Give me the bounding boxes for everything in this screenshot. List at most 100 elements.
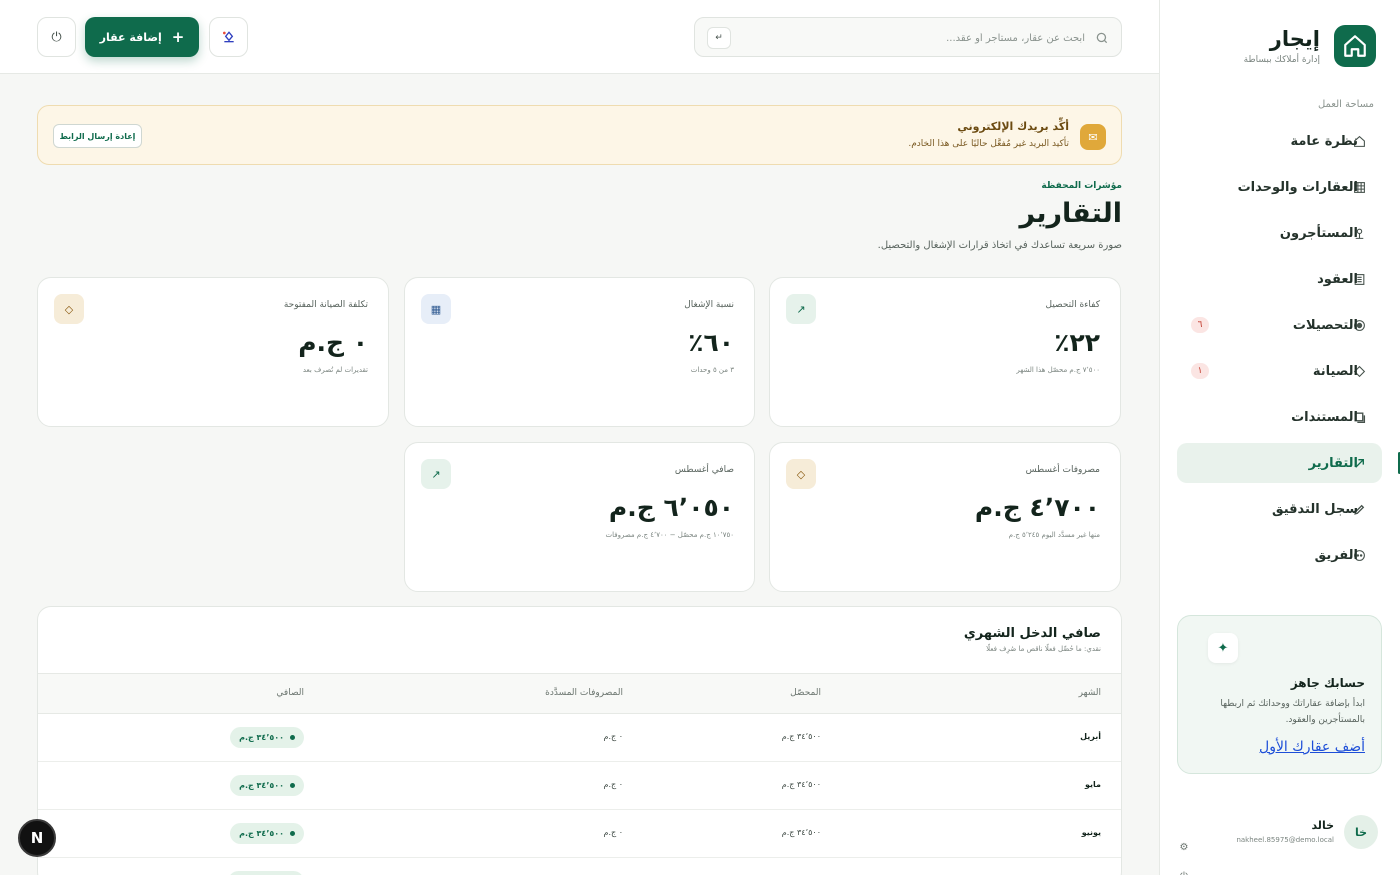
user-name: خالد [1311, 819, 1334, 832]
onboarding-card: ✦ حسابك جاهز ابدأ بإضافة عقاراتك ووحداتك… [1177, 615, 1382, 774]
dev-tools-badge[interactable]: N [18, 819, 56, 857]
kpi-label: صافي أغسطس [674, 465, 734, 475]
kpi-value: ٦٬٠٥٠ ج.م [608, 493, 734, 522]
sidebar-item-audit-log[interactable]: سجل التدقيق [1177, 489, 1382, 529]
kpi-card-maintenance-cost: تكلفة الصيانة المفتوحة ◇ ٠ ج.م تقديرات ل… [37, 277, 389, 427]
net-pill: ٣٤٬٥٠٠ ج.م [230, 727, 304, 748]
count-badge: ١ [1191, 363, 1209, 379]
sidebar-item-label: المستأجرون [1279, 225, 1358, 241]
sidebar-item-label: التحصيلات [1292, 317, 1358, 333]
kpi-note: ١٠٬٧٥٠ ج.م محصّل − ٤٬٧٠٠ ج.م مصروفات [605, 531, 734, 539]
sidebar-item-label: نظرة عامة [1290, 133, 1358, 149]
sidebar-item-properties[interactable]: العقارات والوحدات [1177, 167, 1382, 207]
sidebar-item-label: الفريق [1314, 547, 1358, 563]
trend-icon: ↗ [786, 294, 816, 324]
add-first-property-link[interactable]: أضف عقارك الأول [1259, 739, 1365, 755]
onboarding-text: ابدأ بإضافة عقاراتك ووحداتك ثم اربطها با… [1220, 699, 1365, 725]
cell-month: مايو [1085, 780, 1101, 789]
alert-text: تأكيد البريد غير مُفعَّل حاليًا على هذا … [908, 139, 1069, 149]
sidebar-item-label: المستندات [1291, 409, 1358, 425]
kpi-note: ٧٬٥٠٠ ج.م محصّل هذا الشهر [1016, 366, 1100, 374]
sidebar-item-contracts[interactable]: العقود [1177, 259, 1382, 299]
logout-icon[interactable]: ⏻ [1177, 869, 1191, 875]
diamond-icon: ◇ [786, 459, 816, 489]
user-panel: خا خالد nakheel.85975@demo.local ⚙ ⏻ [1159, 803, 1400, 875]
cell-collected: ٣٤٬٥٠٠ ج.م [781, 780, 821, 789]
user-email: nakheel.85975@demo.local [1236, 836, 1334, 844]
kpi-value: ٤٬٧٠٠ ج.م [974, 493, 1100, 522]
kpi-card-occupancy: نسبة الإشغال ▦ ٦٠٪ ٣ من ٥ وحدات [404, 277, 755, 427]
avatar[interactable]: خا [1344, 815, 1378, 849]
net-pill [228, 871, 304, 875]
sidebar-item-maintenance[interactable]: الصيانة ١ [1177, 351, 1382, 391]
count-badge: ٦ [1191, 317, 1209, 333]
kpi-value: ٠ ج.م [298, 328, 368, 357]
kpi-note: منها غير مسدَّد اليوم ٥٬٢٤٥ ج.م [1008, 531, 1100, 539]
column-header-expenses[interactable]: المصروفات المسدَّدة [545, 688, 623, 698]
column-header-net[interactable]: الصافي [276, 688, 304, 698]
topbar: ↵ + إضافة عقار ⏻ [0, 0, 1159, 74]
add-property-button[interactable]: + إضافة عقار [85, 17, 199, 57]
cell-net: ٣٤٬٥٠٠ ج.م [239, 829, 284, 838]
add-property-label: إضافة عقار [99, 30, 162, 44]
search-enter-key[interactable]: ↵ [707, 27, 731, 49]
sidebar-item-tenants[interactable]: المستأجرون [1177, 213, 1382, 253]
net-pill: ٣٤٬٥٠٠ ج.م [230, 823, 304, 844]
sidebar: إيجار إدارة أملاكك ببساطة مساحة العمل نظ… [1159, 0, 1400, 875]
cell-expenses: ٠ ج.م [603, 780, 624, 789]
cell-net: ٣٤٬٥٠٠ ج.م [239, 781, 284, 790]
power-button[interactable]: ⏻ [37, 17, 76, 57]
onboarding-title: حسابك جاهز [1290, 676, 1365, 690]
table-subtitle: نقدي: ما حُصِّل فعلًا ناقص ما صُرِف فعلً… [986, 645, 1101, 653]
brand: إيجار إدارة أملاكك ببساطة [1180, 25, 1376, 69]
email-verification-alert: ✉ أكِّد بريدك الإلكتروني تأكيد البريد غي… [37, 105, 1122, 165]
table-row[interactable] [38, 858, 1121, 875]
column-header-month[interactable]: الشهر [1079, 688, 1101, 698]
kpi-label: مصروفات أغسطس [1025, 465, 1100, 475]
sidebar-item-reports[interactable]: التقارير [1177, 443, 1400, 483]
table-row[interactable]: يونيو ٣٤٬٥٠٠ ج.م ٠ ج.م ٣٤٬٥٠٠ ج.م [38, 810, 1121, 858]
kpi-value: ٢٢٪ [1054, 328, 1100, 357]
table-header: الشهر المحصّل المصروفات المسدَّدة الصافي [38, 673, 1121, 714]
page-subtitle: صورة سريعة تساعدك في اتخاذ قرارات الإشغا… [877, 240, 1122, 251]
diamond-icon: ◇ [54, 294, 84, 324]
table-row[interactable]: مايو ٣٤٬٥٠٠ ج.م ٠ ج.م ٣٤٬٥٠٠ ج.م [38, 762, 1121, 810]
sidebar-item-label: سجل التدقيق [1272, 501, 1358, 517]
dot-icon [290, 783, 295, 788]
kpi-card-collection-efficiency: كفاءة التحصيل ↗ ٢٢٪ ٧٬٥٠٠ ج.م محصّل هذا … [769, 277, 1121, 427]
dot-icon [290, 831, 295, 836]
sidebar-item-label: العقود [1317, 271, 1358, 287]
kpi-card-august-net: صافي أغسطس ↗ ٦٬٠٥٠ ج.م ١٠٬٧٥٠ ج.م محصّل … [404, 442, 755, 592]
net-pill: ٣٤٬٥٠٠ ج.م [230, 775, 304, 796]
search-input[interactable] [745, 26, 1085, 50]
brand-tagline: إدارة أملاكك ببساطة [1243, 55, 1320, 65]
sidebar-item-overview[interactable]: نظرة عامة [1177, 121, 1382, 161]
sidebar-item-collections[interactable]: التحصيلات ٦ [1177, 305, 1382, 345]
kpi-label: نسبة الإشغال [684, 300, 734, 310]
grid-icon: ▦ [421, 294, 451, 324]
power-icon: ⏻ [51, 29, 62, 44]
search-box: ↵ [694, 17, 1122, 57]
cell-net: ٣٤٬٥٠٠ ج.م [239, 733, 284, 742]
sidebar-item-label: العقارات والوحدات [1237, 179, 1358, 195]
column-header-collected[interactable]: المحصّل [790, 688, 821, 698]
brand-name: إيجار [1269, 27, 1320, 51]
sidebar-item-documents[interactable]: المستندات [1177, 397, 1382, 437]
dot-icon [290, 735, 295, 740]
sidebar-item-label: التقارير [1308, 455, 1358, 471]
monthly-net-income-table: صافي الدخل الشهري نقدي: ما حُصِّل فعلًا … [37, 606, 1122, 875]
resend-link-button[interactable]: إعادة إرسال الرابط [53, 124, 142, 148]
search-icon [1093, 30, 1109, 46]
table-row[interactable]: أبريل ٣٤٬٥٠٠ ج.م ٠ ج.م ٣٤٬٥٠٠ ج.م [38, 714, 1121, 762]
cell-expenses: ٠ ج.م [603, 732, 624, 741]
sidebar-item-team[interactable]: الفريق [1177, 535, 1382, 575]
theme-icon [222, 31, 234, 43]
kpi-value: ٦٠٪ [688, 328, 734, 357]
page-eyebrow: مؤشرات المحفظة [1041, 181, 1122, 191]
house-logo-icon[interactable] [1334, 25, 1376, 67]
theme-toggle-button[interactable] [209, 17, 248, 57]
settings-gear-icon[interactable]: ⚙ [1177, 840, 1191, 854]
kpi-label: تكلفة الصيانة المفتوحة [283, 300, 368, 310]
sparkle-icon: ✦ [1208, 633, 1238, 663]
cell-month: أبريل [1080, 732, 1101, 741]
